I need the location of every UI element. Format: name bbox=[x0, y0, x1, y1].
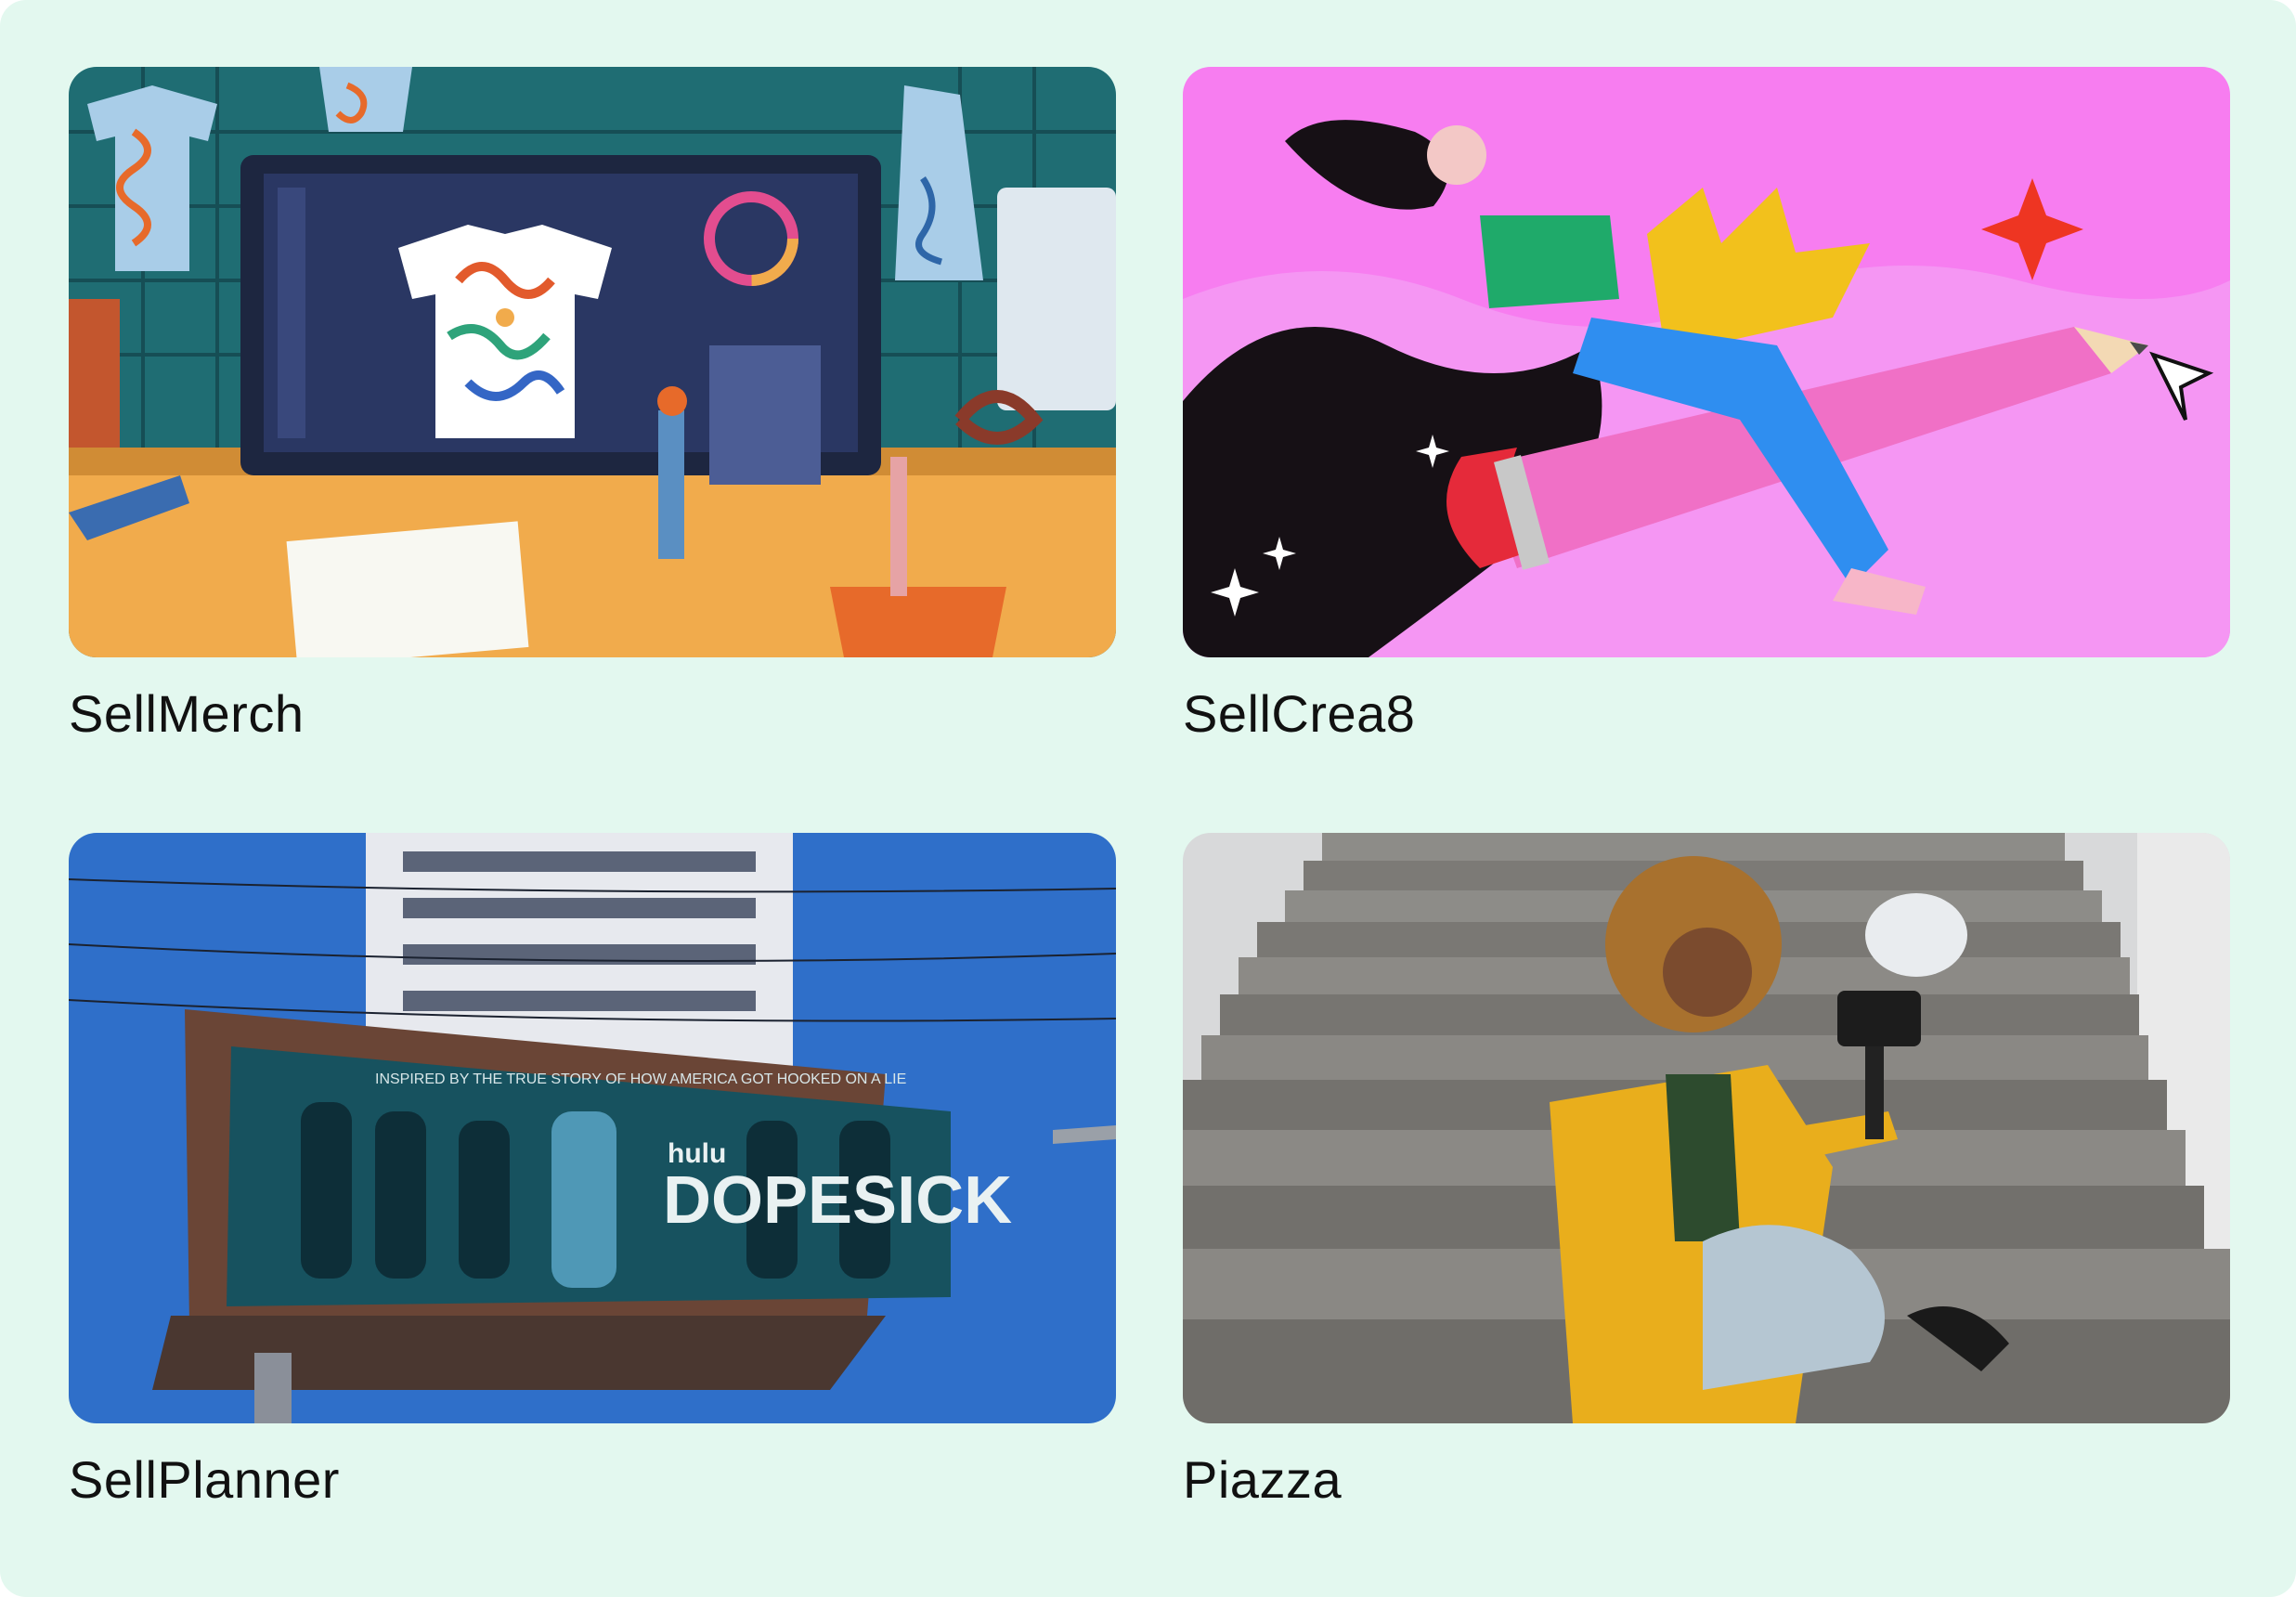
card-title[interactable]: SellCrea8 bbox=[1183, 685, 2230, 743]
sellcrea8-image[interactable] bbox=[1183, 67, 2230, 657]
merch-design-illustration bbox=[69, 67, 1116, 657]
billboard-tagline: INSPIRED BY THE TRUE STORY OF HOW AMERIC… bbox=[375, 1071, 906, 1087]
product-card-sellmerch[interactable]: SellMerch bbox=[69, 67, 1116, 743]
billboard-brand: hulu bbox=[668, 1138, 726, 1169]
piazza-image[interactable] bbox=[1183, 833, 2230, 1423]
sellplanner-image[interactable]: INSPIRED BY THE TRUE STORY OF HOW AMERIC… bbox=[69, 833, 1116, 1423]
products-panel: SellMerch SellCrea8 INSPIRED BY THE TRUE… bbox=[0, 0, 2296, 1597]
billboard-photo: INSPIRED BY THE TRUE STORY OF HOW AMERIC… bbox=[69, 833, 1116, 1423]
product-card-sellcrea8[interactable]: SellCrea8 bbox=[1183, 67, 2230, 743]
pencil-rider-illustration bbox=[1183, 67, 2230, 657]
product-card-sellplanner[interactable]: INSPIRED BY THE TRUE STORY OF HOW AMERIC… bbox=[69, 833, 1116, 1509]
product-card-piazza[interactable]: Piazza bbox=[1183, 833, 2230, 1509]
card-title[interactable]: SellPlanner bbox=[69, 1451, 1116, 1509]
billboard-headline: DOPESICK bbox=[663, 1163, 1012, 1238]
vlogger-on-stairs-photo bbox=[1183, 833, 2230, 1423]
card-title[interactable]: Piazza bbox=[1183, 1451, 2230, 1509]
sellmerch-image[interactable] bbox=[69, 67, 1116, 657]
card-title[interactable]: SellMerch bbox=[69, 685, 1116, 743]
